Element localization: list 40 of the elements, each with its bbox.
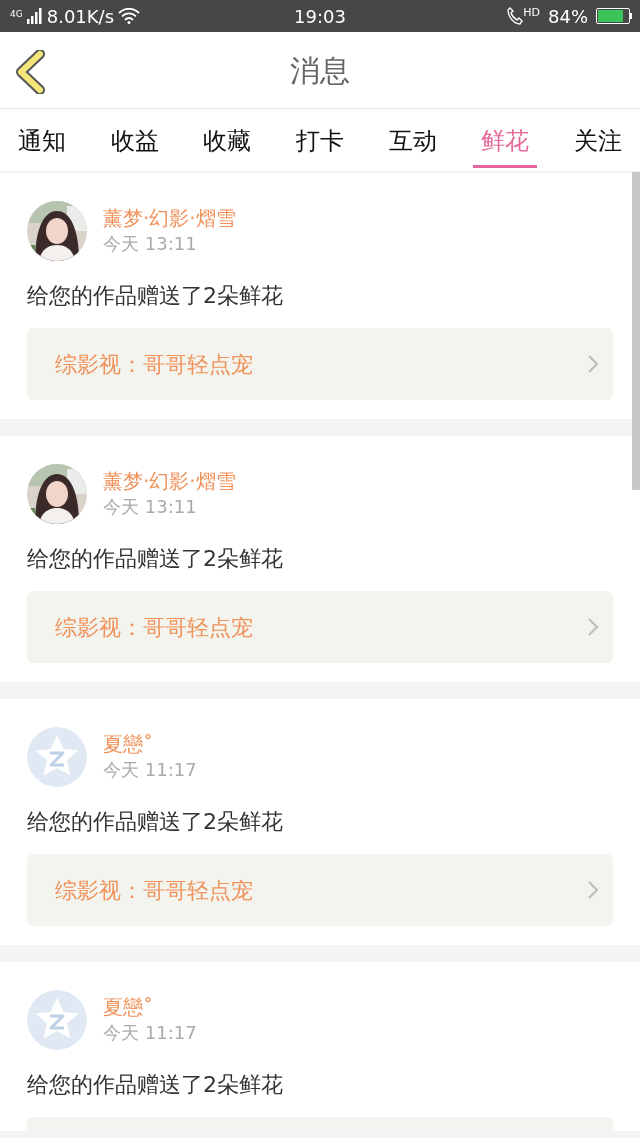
message-text: 给您的作品赠送了2朵鲜花 bbox=[27, 808, 284, 836]
tab[interactable]: 鲜花 bbox=[473, 112, 538, 168]
tab[interactable]: 通知 bbox=[10, 112, 74, 168]
tab[interactable]: 收藏 bbox=[195, 112, 260, 168]
network-label: 4G bbox=[10, 9, 23, 19]
tab[interactable]: 打卡 bbox=[287, 112, 352, 168]
default-avatar-icon bbox=[27, 990, 87, 1050]
message-text: 给您的作品赠送了2朵鲜花 bbox=[27, 545, 284, 573]
message-time: 今天 13:11 bbox=[103, 495, 198, 519]
message-time: 今天 11:17 bbox=[103, 1021, 197, 1045]
back-button[interactable] bbox=[14, 50, 48, 94]
message-text: 给您的作品赠送了2朵鲜花 bbox=[27, 1071, 284, 1099]
network-speed: 8.01K/s bbox=[46, 4, 115, 29]
battery-percent: 84% bbox=[548, 4, 588, 29]
message-time: 今天 13:11 bbox=[103, 232, 198, 256]
signal-icon bbox=[26, 8, 43, 24]
battery-icon bbox=[596, 8, 632, 24]
message-text: 给您的作品赠送了2朵鲜花 bbox=[27, 282, 284, 310]
chevron-icon bbox=[587, 617, 599, 637]
message-time: 今天 11:17 bbox=[103, 758, 197, 782]
wifi-icon bbox=[118, 8, 141, 24]
user-name[interactable]: 夏戀˚ bbox=[103, 994, 197, 1020]
hd-label: HD bbox=[523, 7, 540, 18]
chevron-icon bbox=[587, 880, 599, 900]
work-link[interactable]: 综影视：哥哥轻点宠 bbox=[27, 591, 613, 663]
back-icon bbox=[14, 50, 48, 94]
clock: 19:03 bbox=[294, 4, 346, 29]
default-avatar-icon bbox=[27, 727, 87, 787]
tab[interactable]: 收益 bbox=[102, 112, 167, 168]
work-link[interactable]: 综影视：哥哥轻点宠 bbox=[27, 328, 613, 400]
phone-icon bbox=[507, 7, 524, 25]
scrollbar[interactable] bbox=[632, 172, 640, 490]
tab[interactable]: 关注 bbox=[565, 112, 630, 168]
user-name[interactable]: 薰梦·幻影·熠雪 bbox=[103, 468, 236, 494]
tab[interactable]: 互动 bbox=[380, 112, 445, 168]
page-title: 消息 bbox=[290, 51, 350, 90]
chevron-icon bbox=[587, 354, 599, 374]
user-name[interactable]: 薰梦·幻影·熠雪 bbox=[103, 205, 236, 231]
work-link[interactable]: 综影视：哥哥轻点宠 bbox=[27, 854, 613, 926]
user-name[interactable]: 夏戀˚ bbox=[103, 731, 197, 757]
